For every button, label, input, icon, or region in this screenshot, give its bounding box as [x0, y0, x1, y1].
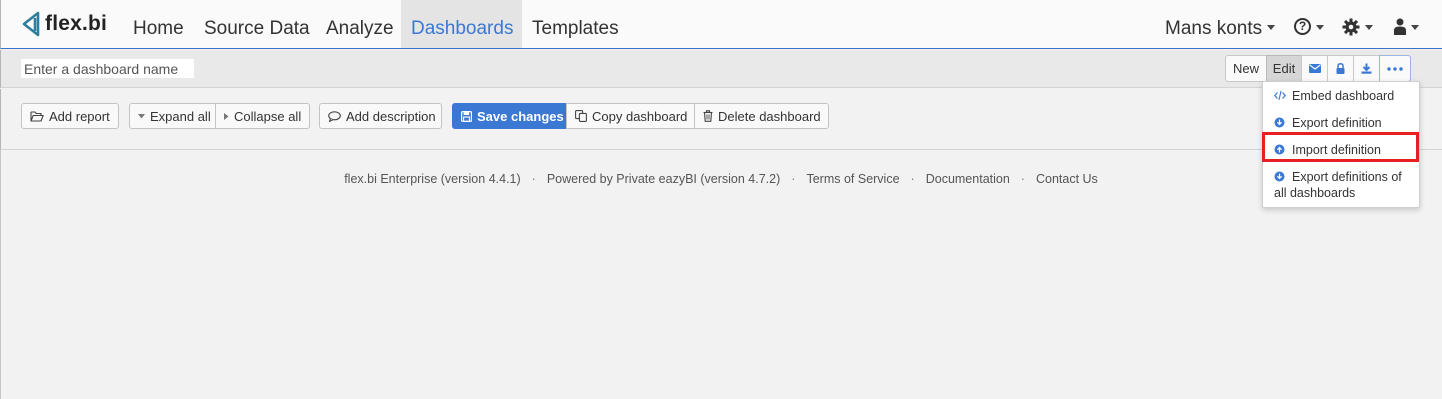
flexbi-logo[interactable]: flex.bi: [21, 9, 107, 39]
new-button[interactable]: New: [1225, 55, 1267, 82]
menu-item-label-line1: Export definitions of: [1292, 170, 1402, 184]
footer-separator: ·: [1020, 172, 1025, 186]
lock-icon: [1336, 63, 1345, 74]
dashboard-toolbar: Add report Expand all Collapse all Add d…: [0, 89, 1442, 150]
comment-icon: [328, 110, 341, 122]
floppy-disk-icon: [461, 110, 472, 122]
footer-separator: ·: [791, 172, 796, 186]
edit-button[interactable]: Edit: [1266, 55, 1302, 82]
menu-item-label-line2: all dashboards: [1274, 186, 1356, 200]
trash-icon: [703, 110, 713, 122]
email-button[interactable]: [1301, 55, 1328, 82]
envelope-icon: [1308, 64, 1321, 73]
footer-edition: flex.bi Enterprise (version 4.4.1): [344, 172, 521, 186]
save-changes-label: Save changes: [477, 108, 564, 124]
top-navigation: flex.bi Home Source Data Analyze Dashboa…: [0, 0, 1442, 49]
terms-link[interactable]: Terms of Service: [806, 172, 899, 186]
contact-link[interactable]: Contact Us: [1036, 172, 1098, 186]
documentation-link[interactable]: Documentation: [926, 172, 1010, 186]
copy-dashboard-label: Copy dashboard: [592, 108, 688, 124]
footer: flex.bi Enterprise (version 4.4.1) · Power…: [0, 172, 1442, 186]
logo-text: flex.bi: [45, 12, 108, 35]
folder-open-icon: [30, 110, 44, 122]
caret-right-icon: [224, 112, 229, 120]
add-report-label: Add report: [49, 108, 110, 124]
menu-item-export-all-definitions[interactable]: Export definitions of all dashboards: [1263, 169, 1419, 201]
nav-source-data[interactable]: Source Data: [194, 0, 320, 48]
add-description-button[interactable]: Add description: [319, 103, 442, 129]
flexbi-logo-icon: [22, 11, 40, 37]
nav-templates[interactable]: Templates: [522, 0, 629, 48]
settings-menu[interactable]: [1342, 0, 1373, 48]
chevron-down-icon: [1411, 25, 1419, 31]
menu-item-embed-dashboard[interactable]: Embed dashboard: [1263, 88, 1419, 104]
help-icon: ?: [1294, 18, 1311, 36]
code-icon: [1273, 89, 1287, 105]
dashboard-actions: New Edit: [1225, 55, 1411, 82]
gear-icon: [1342, 18, 1360, 36]
collapse-all-button[interactable]: Collapse all: [215, 103, 310, 129]
nav-dashboards[interactable]: Dashboards: [401, 0, 522, 48]
add-report-button[interactable]: Add report: [21, 103, 119, 129]
more-dots-icon: [1387, 66, 1403, 71]
chevron-down-icon: [1365, 25, 1373, 31]
arrow-circle-down-icon: [1274, 170, 1285, 186]
help-menu[interactable]: ?: [1294, 0, 1324, 48]
nav-home[interactable]: Home: [123, 0, 194, 48]
collapse-all-label: Collapse all: [234, 108, 302, 124]
footer-powered-by: Powered by Private eazyBI (version 4.7.2…: [546, 172, 781, 186]
copy-dashboard-button[interactable]: Copy dashboard: [566, 103, 695, 129]
nav-analyze[interactable]: Analyze: [316, 0, 404, 48]
add-description-label: Add description: [346, 108, 436, 124]
copy-icon: [575, 110, 587, 122]
footer-separator: ·: [531, 172, 536, 186]
account-label: Mans konts: [1165, 18, 1263, 39]
divider: [0, 150, 1, 399]
footer-separator: ·: [910, 172, 915, 186]
user-icon: [1394, 18, 1406, 36]
save-changes-button[interactable]: Save changes: [452, 103, 567, 129]
arrow-circle-down-icon: [1274, 116, 1285, 132]
chevron-down-icon: [1316, 25, 1324, 31]
highlight-box: [1262, 132, 1419, 162]
expand-all-button[interactable]: Expand all: [129, 103, 216, 129]
lock-button[interactable]: [1327, 55, 1354, 82]
download-icon: [1361, 63, 1372, 74]
download-button[interactable]: [1353, 55, 1380, 82]
delete-dashboard-label: Delete dashboard: [718, 108, 821, 124]
delete-dashboard-button[interactable]: Delete dashboard: [694, 103, 829, 129]
more-options-button[interactable]: [1379, 55, 1411, 82]
expand-all-label: Expand all: [150, 108, 211, 124]
menu-item-label: Embed dashboard: [1292, 89, 1395, 103]
account-menu[interactable]: Mans konts: [1165, 0, 1276, 48]
user-menu[interactable]: [1394, 0, 1419, 48]
menu-item-export-definition[interactable]: Export definition: [1263, 115, 1419, 131]
dashboard-name-input[interactable]: [21, 59, 194, 78]
chevron-down-icon: [1267, 25, 1276, 31]
menu-item-label: Export definition: [1292, 116, 1382, 130]
caret-down-icon: [138, 113, 145, 119]
